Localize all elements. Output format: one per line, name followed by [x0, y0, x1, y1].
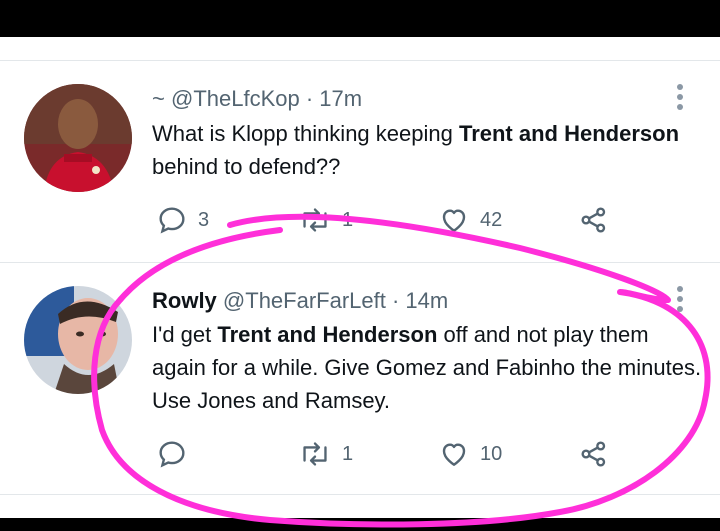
- retweet-button[interactable]: 1: [298, 434, 353, 474]
- retweet-icon: [303, 442, 327, 466]
- like-count: 42: [480, 208, 503, 231]
- retweet-button[interactable]: 1: [298, 200, 353, 240]
- share-button[interactable]: [578, 200, 610, 240]
- tweet-actions: 1 10: [152, 434, 632, 474]
- user-handle[interactable]: @TheFarFarLeft: [223, 288, 386, 313]
- retweet-count: 1: [342, 442, 354, 465]
- timestamp[interactable]: · 14m: [392, 288, 448, 313]
- tweet-actions: 3 1 42: [152, 200, 632, 240]
- tweet-header: ~ @TheLfcKop · 17m: [152, 86, 362, 112]
- share-button[interactable]: [578, 434, 610, 474]
- bottom-bar: [0, 518, 720, 531]
- more-options-icon[interactable]: [674, 286, 686, 316]
- like-count: 10: [480, 442, 503, 465]
- reply-button[interactable]: 3: [156, 200, 209, 240]
- heart-icon: [442, 443, 466, 466]
- share-icon: [581, 441, 606, 467]
- display-name[interactable]: Rowly: [152, 288, 217, 313]
- handle-prefix: ~: [152, 86, 165, 111]
- timestamp[interactable]: · 17m: [306, 86, 362, 111]
- more-options-icon[interactable]: [674, 84, 686, 114]
- divider: [0, 262, 720, 263]
- reply-button[interactable]: [156, 434, 198, 474]
- tweet-header: Rowly @TheFarFarLeft · 14m: [152, 288, 448, 314]
- reply-count: 3: [198, 208, 210, 231]
- tweet-text: What is Klopp thinking keeping Trent and…: [152, 121, 680, 179]
- divider: [0, 494, 720, 495]
- avatar[interactable]: [24, 286, 132, 394]
- reply-icon: [159, 207, 185, 234]
- like-button[interactable]: 10: [438, 434, 502, 474]
- top-status-bar: [0, 0, 720, 37]
- like-button[interactable]: 42: [438, 200, 502, 240]
- retweet-count: 1: [342, 208, 354, 231]
- heart-icon: [442, 209, 466, 232]
- share-icon: [581, 207, 606, 233]
- reply-icon: [159, 441, 185, 468]
- user-handle[interactable]: @TheLfcKop: [171, 86, 300, 111]
- retweet-icon: [303, 208, 327, 232]
- tweet-text: I'd get Trent and Henderson off and not …: [152, 322, 702, 413]
- divider: [0, 60, 720, 61]
- avatar[interactable]: [24, 84, 132, 192]
